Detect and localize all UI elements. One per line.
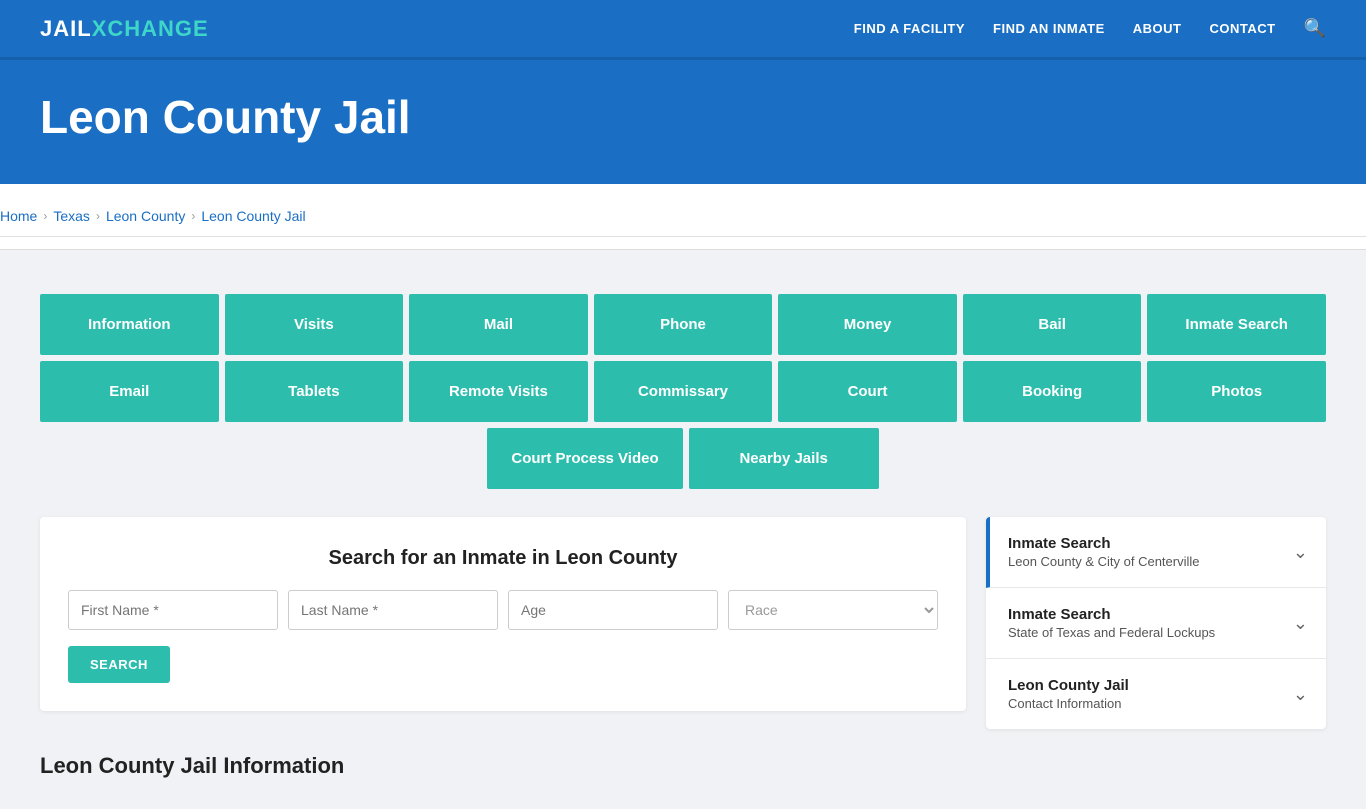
btn-phone[interactable]: Phone <box>594 294 773 355</box>
breadcrumb-sep-1: › <box>43 209 47 223</box>
btn-email[interactable]: Email <box>40 361 219 422</box>
btn-mail[interactable]: Mail <box>409 294 588 355</box>
race-select[interactable]: Race White Black Hispanic Asian Other <box>728 590 938 630</box>
main-content: Information Visits Mail Phone Money Bail… <box>40 270 1326 779</box>
search-fields: Race White Black Hispanic Asian Other <box>68 590 938 630</box>
sidebar-item-0[interactable]: Inmate Search Leon County & City of Cent… <box>986 517 1326 588</box>
search-panel-title: Search for an Inmate in Leon County <box>68 547 938 570</box>
btn-money[interactable]: Money <box>778 294 957 355</box>
section-heading: Leon County Jail Information <box>40 753 1326 779</box>
button-grid-row3: Court Process Video Nearby Jails <box>40 428 1326 489</box>
nav-about[interactable]: ABOUT <box>1133 21 1182 36</box>
logo-part1: JAIL <box>40 16 92 41</box>
chevron-down-icon-0: ⌄ <box>1293 542 1308 563</box>
sidebar-item-label-1: Inmate Search <box>1008 606 1215 623</box>
content-wrapper: Information Visits Mail Phone Money Bail… <box>0 250 1366 809</box>
breadcrumb-leon-county-jail[interactable]: Leon County Jail <box>201 208 305 224</box>
sidebar: Inmate Search Leon County & City of Cent… <box>986 517 1326 729</box>
search-icon[interactable]: 🔍 <box>1304 18 1326 39</box>
logo[interactable]: JAILXCHANGE <box>40 16 209 42</box>
sidebar-item-1[interactable]: Inmate Search State of Texas and Federal… <box>986 588 1326 659</box>
sidebar-item-sub-1: State of Texas and Federal Lockups <box>1008 625 1215 640</box>
btn-court[interactable]: Court <box>778 361 957 422</box>
button-grid-row2: Email Tablets Remote Visits Commissary C… <box>40 361 1326 422</box>
breadcrumb-leon-county[interactable]: Leon County <box>106 208 185 224</box>
chevron-down-icon-2: ⌄ <box>1293 684 1308 705</box>
nav-find-inmate[interactable]: FIND AN INMATE <box>993 21 1105 36</box>
page-title: Leon County Jail <box>40 90 1326 144</box>
lower-section: Search for an Inmate in Leon County Race… <box>40 517 1326 729</box>
sidebar-item-2[interactable]: Leon County Jail Contact Information ⌄ <box>986 659 1326 729</box>
inmate-search-panel: Search for an Inmate in Leon County Race… <box>40 517 966 711</box>
btn-court-process-video[interactable]: Court Process Video <box>487 428 682 489</box>
breadcrumb-wrapper: Home › Texas › Leon County › Leon County… <box>0 184 1366 250</box>
nav-contact[interactable]: CONTACT <box>1209 21 1275 36</box>
sidebar-item-label-0: Inmate Search <box>1008 535 1199 552</box>
first-name-input[interactable] <box>68 590 278 630</box>
btn-photos[interactable]: Photos <box>1147 361 1326 422</box>
btn-commissary[interactable]: Commissary <box>594 361 773 422</box>
btn-remote-visits[interactable]: Remote Visits <box>409 361 588 422</box>
nav-find-facility[interactable]: FIND A FACILITY <box>854 21 965 36</box>
last-name-input[interactable] <box>288 590 498 630</box>
logo-part2: XCHANGE <box>92 16 209 41</box>
breadcrumb-texas[interactable]: Texas <box>53 208 90 224</box>
breadcrumb-sep-2: › <box>96 209 100 223</box>
breadcrumb: Home › Texas › Leon County › Leon County… <box>0 196 1366 237</box>
sidebar-item-sub-2: Contact Information <box>1008 696 1129 711</box>
sidebar-item-text-0: Inmate Search Leon County & City of Cent… <box>1008 535 1199 569</box>
sidebar-item-label-2: Leon County Jail <box>1008 677 1129 694</box>
sidebar-item-text-2: Leon County Jail Contact Information <box>1008 677 1129 711</box>
hero-banner: Leon County Jail <box>0 60 1366 184</box>
breadcrumb-sep-3: › <box>191 209 195 223</box>
sidebar-item-sub-0: Leon County & City of Centerville <box>1008 554 1199 569</box>
btn-booking[interactable]: Booking <box>963 361 1142 422</box>
button-grid-row1: Information Visits Mail Phone Money Bail… <box>40 294 1326 355</box>
btn-information[interactable]: Information <box>40 294 219 355</box>
header: JAILXCHANGE FIND A FACILITY FIND AN INMA… <box>0 0 1366 60</box>
sidebar-item-text-1: Inmate Search State of Texas and Federal… <box>1008 606 1215 640</box>
btn-visits[interactable]: Visits <box>225 294 404 355</box>
age-input[interactable] <box>508 590 718 630</box>
breadcrumb-home[interactable]: Home <box>0 208 37 224</box>
btn-inmate-search[interactable]: Inmate Search <box>1147 294 1326 355</box>
btn-tablets[interactable]: Tablets <box>225 361 404 422</box>
main-nav: FIND A FACILITY FIND AN INMATE ABOUT CON… <box>854 18 1326 39</box>
btn-bail[interactable]: Bail <box>963 294 1142 355</box>
chevron-down-icon-1: ⌄ <box>1293 613 1308 634</box>
search-button[interactable]: SEARCH <box>68 646 170 683</box>
btn-nearby-jails[interactable]: Nearby Jails <box>689 428 879 489</box>
